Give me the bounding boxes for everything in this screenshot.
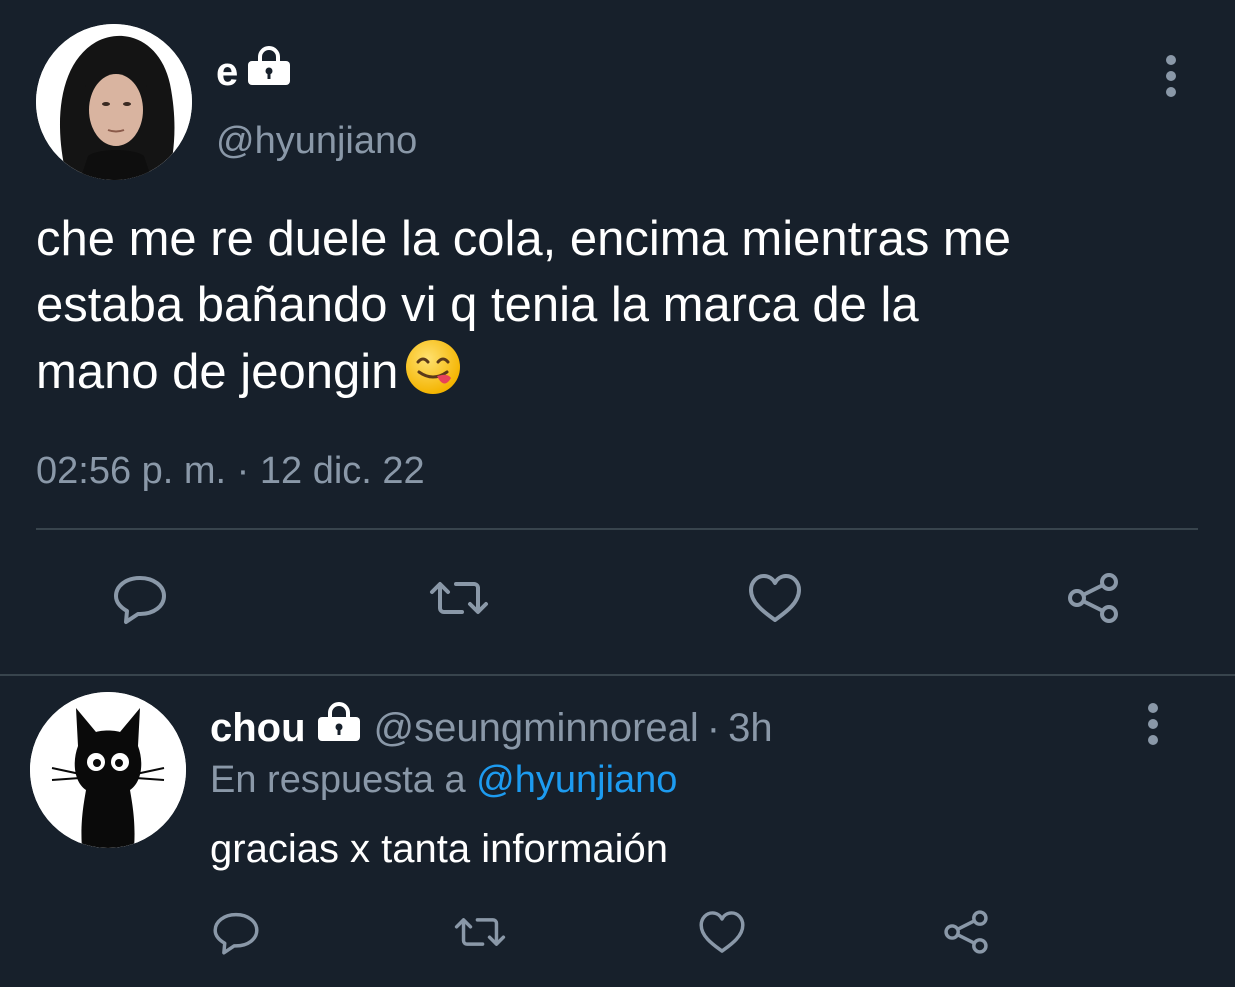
more-options-icon[interactable] [1156, 54, 1186, 98]
face-savoring-food-emoji [404, 338, 462, 413]
display-name[interactable]: e [216, 48, 238, 96]
in-reply-handle-link[interactable]: @hyunjiano [476, 759, 677, 801]
reply-button[interactable] [206, 904, 266, 964]
reply-header: chou @seungminnoreal · 3h [210, 702, 773, 753]
share-icon [940, 906, 992, 963]
tweet-text-line: che me re duele la cola, encima mientras… [36, 212, 1011, 266]
share-icon [1063, 568, 1123, 633]
tweet-author-name[interactable]: e [216, 46, 292, 97]
author-handle[interactable]: @seungminnoreal [374, 704, 699, 752]
share-button[interactable] [936, 904, 996, 964]
tweet-text-line: mano de jeongin [36, 345, 399, 399]
divider [36, 528, 1198, 530]
avatar[interactable] [36, 24, 192, 180]
author-handle[interactable]: @hyunjiano [216, 118, 417, 164]
display-name[interactable]: chou [210, 704, 306, 752]
more-options-icon[interactable] [1138, 702, 1168, 746]
retweet-icon [424, 568, 494, 633]
reply-icon [110, 568, 170, 633]
lock-icon [246, 46, 292, 97]
like-button[interactable] [692, 904, 752, 964]
reply-icon [210, 906, 262, 963]
lock-icon [316, 702, 362, 753]
reply-text: gracias x tanta informaión [210, 827, 669, 871]
retweet-icon [449, 906, 511, 963]
avatar[interactable] [30, 692, 186, 848]
in-reply-prefix: En respuesta a [210, 759, 466, 801]
share-button[interactable] [1058, 565, 1128, 635]
like-icon [745, 568, 805, 633]
tweet-text-line-last: mano de jeongin [36, 338, 1206, 413]
reply-time[interactable]: 3h [728, 704, 773, 752]
in-reply-to: En respuesta a @hyunjiano [210, 756, 677, 804]
divider [0, 674, 1235, 676]
like-button[interactable] [740, 565, 810, 635]
like-icon [696, 906, 748, 963]
tweet-text-line: estaba bañando vi q tenia la marca de la [36, 278, 919, 332]
tweet-text: che me re duele la cola, encima mientras… [36, 206, 1206, 413]
reply-button[interactable] [105, 565, 175, 635]
retweet-button[interactable] [450, 904, 510, 964]
tweet-timestamp[interactable]: 02:56 p. m. · 12 dic. 22 [36, 448, 425, 494]
retweet-button[interactable] [424, 565, 494, 635]
separator: · [706, 705, 721, 750]
